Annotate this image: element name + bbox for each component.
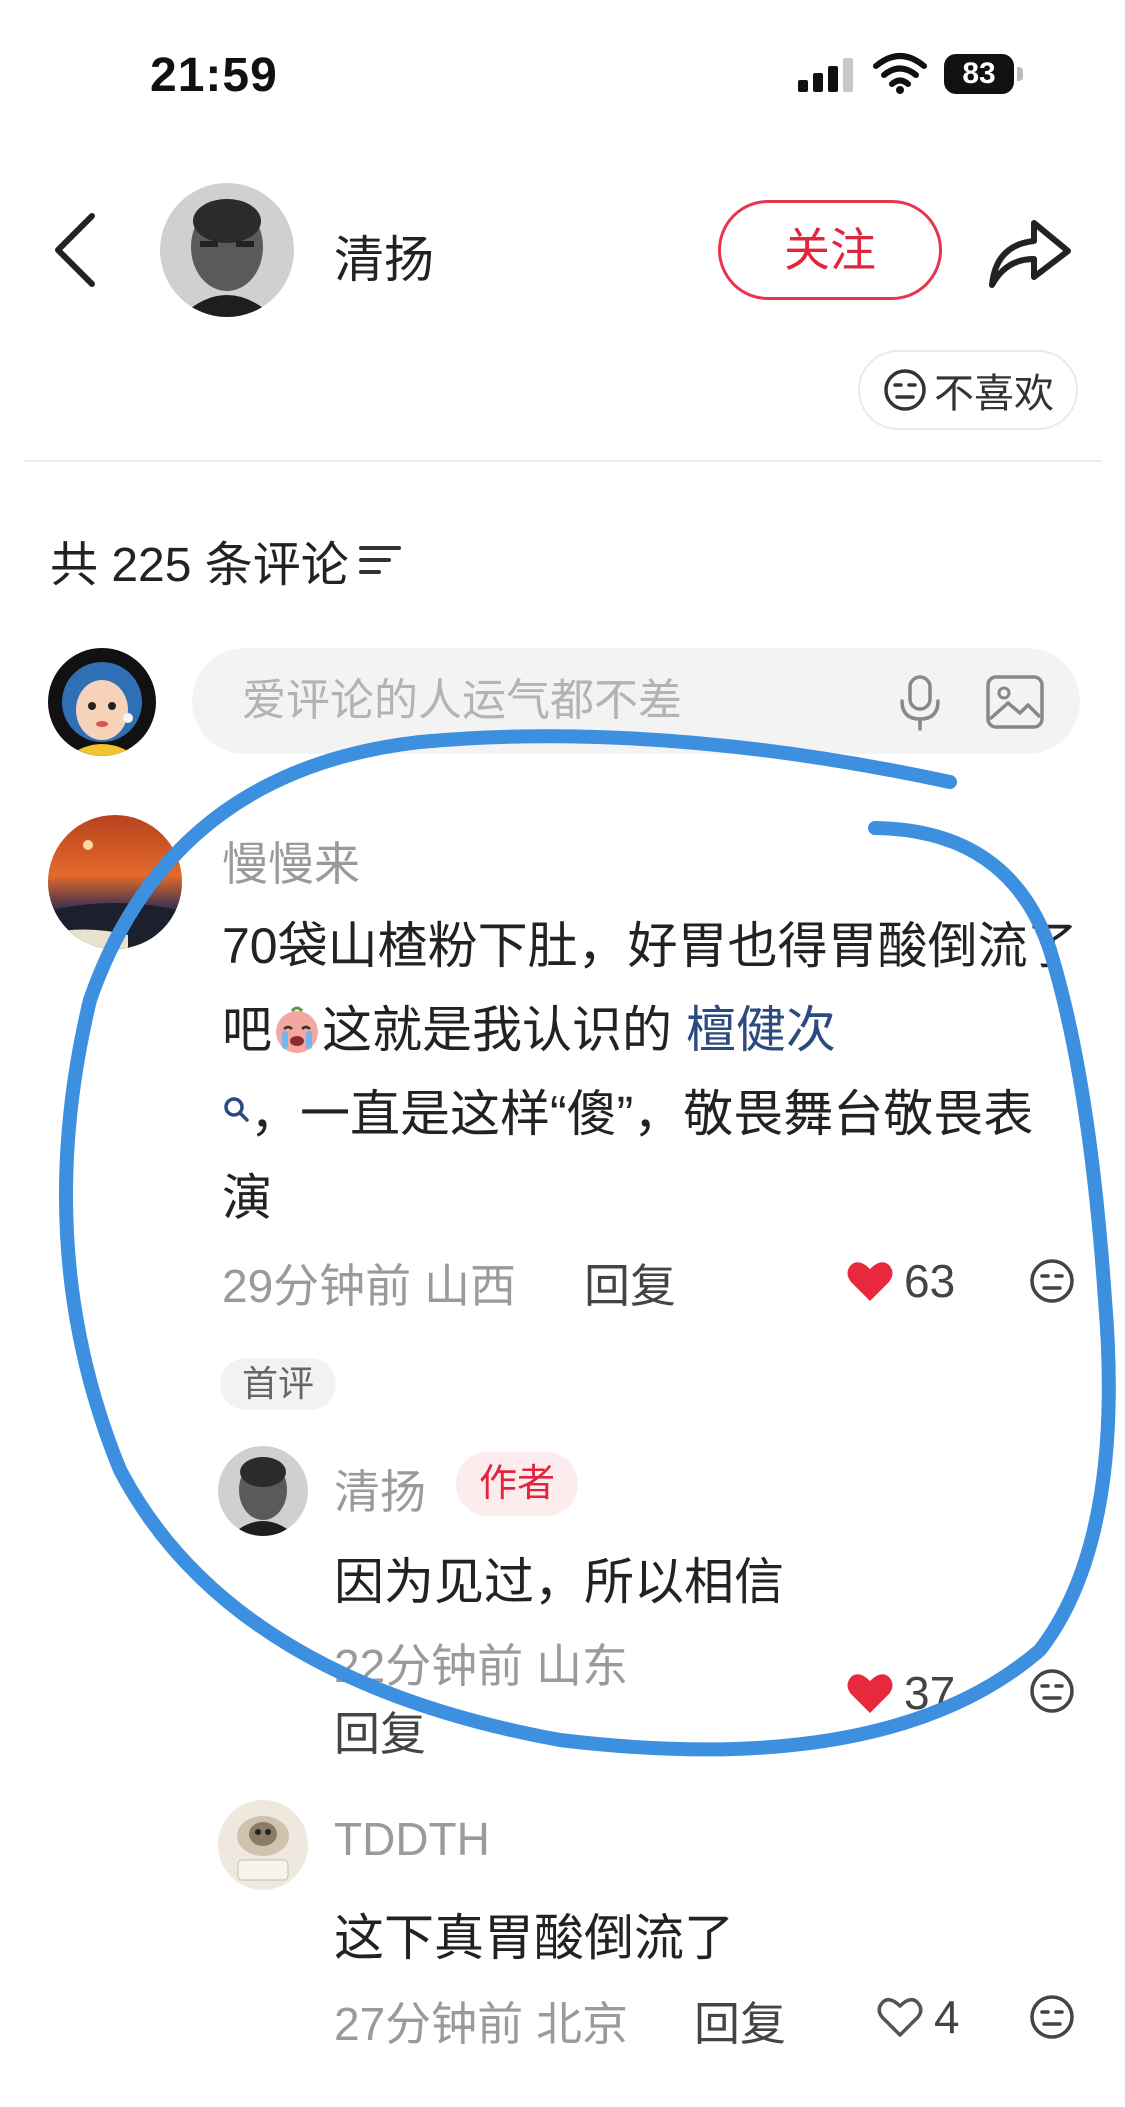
commenter-name[interactable]: 慢慢来	[222, 828, 360, 894]
like-button[interactable]: 37	[846, 1666, 955, 1720]
crying-face-emoji	[272, 1002, 322, 1058]
reply-button[interactable]: 回复	[334, 1698, 426, 1764]
comment-input[interactable]	[242, 648, 842, 754]
reply-avatar[interactable]	[218, 1800, 308, 1890]
first-comment-badge: 首评	[220, 1358, 336, 1410]
commenter-avatar[interactable]	[48, 815, 182, 949]
topic-link[interactable]: 檀健次	[686, 1002, 836, 1058]
sort-icon[interactable]	[358, 542, 401, 578]
heart-outline-icon	[877, 1998, 923, 2037]
comments-count-label: 共 225 条评论	[50, 539, 349, 592]
search-small-icon[interactable]	[222, 1086, 250, 1142]
reply-text: 这下真胃酸倒流了	[334, 1910, 734, 1966]
author-badge: 作者	[456, 1452, 578, 1516]
comment-text: 70袋山楂粉下肚，好胃也得胃酸倒流了吧 这就是我认识的 檀健次 ，一直是这样“傻”，…	[222, 918, 1078, 1226]
share-icon[interactable]	[982, 205, 1074, 297]
image-icon[interactable]	[984, 673, 1046, 731]
heart-icon	[847, 1262, 893, 1301]
current-user-avatar	[48, 648, 156, 756]
status-time: 21:59	[150, 49, 278, 102]
reply-avatar[interactable]	[218, 1446, 308, 1536]
reply-button[interactable]: 回复	[584, 1250, 676, 1316]
neutral-face-icon	[884, 369, 926, 411]
neutral-face-icon[interactable]	[1028, 1993, 1076, 2041]
heart-icon	[847, 1674, 893, 1713]
follow-button[interactable]: 关注	[718, 200, 942, 300]
like-button[interactable]: 4	[876, 1990, 960, 2044]
dislike-button[interactable]: 不喜欢	[858, 350, 1078, 430]
like-count: 37	[904, 1667, 956, 1719]
reply-user-name[interactable]: TDDTH	[334, 1812, 490, 1866]
back-icon[interactable]	[50, 210, 100, 290]
reply-text: 因为见过，所以相信	[334, 1554, 784, 1610]
reply-time-location: 22分钟前 山东	[334, 1640, 628, 1692]
comments-count-title[interactable]: 共 225 条评论	[50, 525, 401, 595]
cellular-signal-icon	[798, 58, 853, 92]
dislike-label: 不喜欢	[934, 372, 1054, 416]
battery-level: 83	[944, 54, 1014, 94]
reply-time-location: 27分钟前 北京	[334, 1998, 628, 2050]
like-count: 4	[934, 1991, 960, 2043]
neutral-face-icon[interactable]	[1028, 1257, 1076, 1305]
reply-button[interactable]: 回复	[694, 1988, 786, 2054]
like-count: 63	[904, 1255, 956, 1307]
like-button[interactable]: 63	[846, 1254, 955, 1308]
reply-user-name[interactable]: 清扬	[334, 1456, 426, 1522]
wifi-icon	[873, 53, 927, 94]
mic-icon[interactable]	[890, 673, 950, 731]
battery-indicator: 83	[944, 54, 1024, 94]
author-avatar[interactable]	[160, 183, 294, 317]
neutral-face-icon[interactable]	[1028, 1667, 1076, 1715]
author-name[interactable]: 清扬	[334, 220, 434, 292]
comment-time-location: 29分钟前 山西	[222, 1260, 516, 1312]
divider	[24, 460, 1102, 462]
